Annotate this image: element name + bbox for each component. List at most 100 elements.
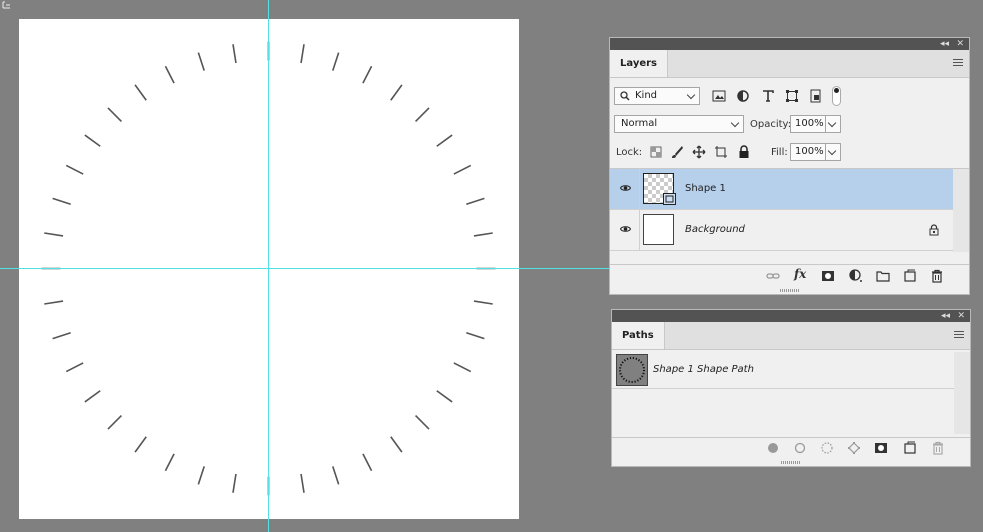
vertical-guide[interactable] bbox=[268, 0, 269, 532]
tab-layers[interactable]: Layers bbox=[610, 50, 668, 77]
ruler-origin-icon[interactable] bbox=[2, 1, 11, 10]
visibility-eye-icon[interactable] bbox=[620, 184, 631, 192]
tick-mark bbox=[362, 65, 373, 84]
path-name[interactable]: Shape 1 Shape Path bbox=[653, 364, 754, 375]
lock-position-icon[interactable] bbox=[692, 145, 706, 159]
horizontal-guide[interactable] bbox=[0, 268, 610, 269]
blend-mode-value: Normal bbox=[621, 118, 658, 129]
collapse-icon[interactable]: ◂◂ bbox=[941, 310, 950, 322]
layers-panel: ◂◂ ✕ Layers Kind Normal Opacity: 100% Lo… bbox=[609, 37, 970, 295]
fill-label: Fill: bbox=[771, 147, 788, 158]
make-work-path-icon[interactable] bbox=[847, 441, 861, 455]
tick-mark bbox=[390, 436, 403, 453]
tick-mark bbox=[107, 107, 122, 122]
background-layer-thumbnail[interactable] bbox=[643, 214, 674, 245]
opacity-value: 100% bbox=[795, 118, 824, 129]
adjustment-layer-icon[interactable] bbox=[849, 269, 863, 283]
close-icon[interactable]: ✕ bbox=[956, 38, 964, 50]
tick-mark bbox=[65, 362, 84, 373]
layer-name[interactable]: Shape 1 bbox=[685, 183, 726, 194]
tick-mark bbox=[232, 44, 237, 64]
tick-mark bbox=[197, 52, 205, 71]
tick-mark bbox=[453, 362, 472, 373]
tick-mark bbox=[164, 453, 175, 472]
layer-row-background[interactable]: Background bbox=[610, 210, 953, 251]
blend-mode-dropdown[interactable]: Normal bbox=[614, 115, 744, 133]
fill-path-icon[interactable] bbox=[766, 441, 780, 455]
panel-menu-icon[interactable] bbox=[953, 59, 963, 67]
tab-row: Paths bbox=[612, 322, 970, 350]
paths-scrollbar[interactable] bbox=[954, 352, 970, 434]
tick-mark bbox=[466, 197, 485, 205]
new-path-icon[interactable] bbox=[903, 441, 917, 455]
lock-label: Lock: bbox=[616, 147, 643, 158]
tick-mark bbox=[473, 232, 493, 237]
layers-footer: fx bbox=[610, 264, 969, 287]
close-icon[interactable]: ✕ bbox=[957, 310, 965, 322]
lock-icon bbox=[929, 224, 939, 236]
new-group-folder-icon[interactable] bbox=[876, 269, 890, 283]
trash-icon[interactable] bbox=[930, 269, 944, 283]
tick-mark bbox=[134, 84, 147, 101]
resize-grip[interactable] bbox=[779, 289, 800, 292]
image-filter-icon[interactable] bbox=[712, 89, 726, 103]
search-icon bbox=[620, 91, 630, 101]
lock-artboard-icon[interactable] bbox=[714, 145, 728, 159]
panel-topbar: ◂◂ ✕ bbox=[612, 310, 970, 322]
layer-name[interactable]: Background bbox=[685, 224, 745, 235]
path-list: Shape 1 Shape Path bbox=[612, 352, 970, 434]
tick-mark bbox=[362, 453, 373, 472]
stroke-path-icon[interactable] bbox=[793, 441, 807, 455]
tick-mark bbox=[436, 134, 453, 147]
visibility-eye-icon[interactable] bbox=[620, 225, 631, 233]
resize-grip[interactable] bbox=[781, 461, 801, 464]
tick-mark bbox=[415, 415, 430, 430]
tick-mark bbox=[300, 473, 305, 493]
lock-transparent-icon[interactable] bbox=[649, 145, 663, 159]
tick-mark bbox=[473, 300, 493, 305]
paths-panel: ◂◂ ✕ Paths Shape 1 Shape Path bbox=[611, 309, 971, 467]
fill-field[interactable]: 100% bbox=[790, 143, 841, 161]
kind-filter-dropdown[interactable]: Kind bbox=[614, 87, 700, 105]
tick-mark bbox=[44, 232, 64, 237]
tick-mark bbox=[52, 332, 71, 340]
filter-toggle[interactable] bbox=[832, 86, 841, 106]
fill-value: 100% bbox=[795, 146, 824, 157]
layers-scrollbar[interactable] bbox=[953, 169, 969, 252]
tick-mark bbox=[332, 52, 340, 71]
tab-row: Layers bbox=[610, 50, 969, 78]
paths-footer bbox=[612, 437, 970, 460]
tick-mark bbox=[52, 197, 71, 205]
opacity-label: Opacity: bbox=[750, 119, 792, 130]
tick-mark bbox=[436, 390, 453, 403]
smart-object-filter-icon[interactable] bbox=[809, 89, 823, 103]
fx-icon[interactable]: fx bbox=[794, 267, 808, 281]
tab-paths[interactable]: Paths bbox=[612, 322, 665, 349]
lock-all-icon[interactable] bbox=[737, 145, 751, 159]
shape-filter-icon[interactable] bbox=[785, 89, 799, 103]
path-row-shape-1[interactable]: Shape 1 Shape Path bbox=[612, 352, 954, 389]
add-mask-icon[interactable] bbox=[874, 441, 888, 455]
add-mask-icon[interactable] bbox=[821, 269, 835, 283]
lock-image-icon[interactable] bbox=[670, 145, 684, 159]
tick-mark bbox=[44, 300, 64, 305]
type-filter-icon[interactable] bbox=[761, 89, 775, 103]
adjustment-filter-icon[interactable] bbox=[736, 89, 750, 103]
panel-menu-icon[interactable] bbox=[954, 331, 964, 339]
load-selection-icon[interactable] bbox=[820, 441, 834, 455]
opacity-field[interactable]: 100% bbox=[790, 115, 841, 133]
layer-row-shape-1[interactable]: Shape 1 bbox=[610, 169, 953, 210]
tick-mark bbox=[84, 134, 101, 147]
tick-mark bbox=[390, 84, 403, 101]
tick-mark bbox=[84, 390, 101, 403]
tick-mark bbox=[300, 44, 305, 64]
tick-mark bbox=[415, 107, 430, 122]
path-thumbnail[interactable] bbox=[616, 354, 648, 386]
tick-mark bbox=[65, 164, 84, 175]
vector-mask-badge-icon bbox=[663, 193, 676, 205]
collapse-icon[interactable]: ◂◂ bbox=[940, 38, 949, 50]
link-icon[interactable] bbox=[766, 269, 780, 283]
tick-mark bbox=[466, 332, 485, 340]
new-layer-icon[interactable] bbox=[903, 269, 917, 283]
trash-icon[interactable] bbox=[931, 441, 945, 455]
